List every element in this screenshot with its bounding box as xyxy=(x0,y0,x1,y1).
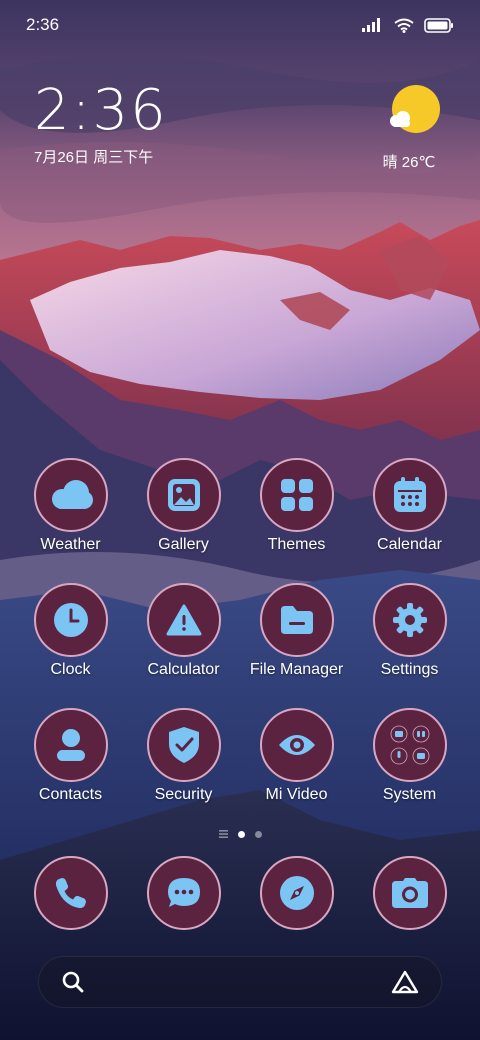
app-icon xyxy=(33,458,108,532)
app-icon xyxy=(33,856,108,930)
grid-icon xyxy=(280,479,313,511)
clock-widget[interactable]: 2:36 7月26日 周三下午 xyxy=(34,80,168,167)
app-file-manager[interactable]: File Manager xyxy=(240,583,353,679)
wifi-icon xyxy=(394,18,414,33)
app-icon xyxy=(146,583,221,657)
app-label: Gallery xyxy=(158,536,209,553)
dock-browser[interactable] xyxy=(240,856,353,934)
app-label: Mi Video xyxy=(265,786,328,803)
sun-cloud-icon xyxy=(390,85,440,133)
dock-camera[interactable] xyxy=(353,856,466,934)
calendar-icon xyxy=(393,477,426,512)
app-settings[interactable]: Settings xyxy=(353,583,466,679)
image-icon xyxy=(167,479,200,511)
chat-icon xyxy=(167,878,200,907)
widget-date: 7月26日 周三下午 xyxy=(34,149,154,166)
phone-icon xyxy=(55,878,86,909)
app-clock[interactable]: Clock xyxy=(14,583,127,679)
app-security[interactable]: Security xyxy=(127,708,240,804)
page-dot[interactable] xyxy=(254,830,262,838)
weather-condition-temp: 晴 26℃ xyxy=(382,154,436,171)
search-icon[interactable] xyxy=(61,970,85,994)
assistant-icon[interactable] xyxy=(391,970,419,994)
page-dot-active[interactable] xyxy=(237,830,245,838)
shield-check-icon xyxy=(168,727,199,763)
app-label: Themes xyxy=(267,536,326,553)
eye-icon xyxy=(278,735,315,755)
folder-icon xyxy=(280,606,313,634)
app-icon xyxy=(33,708,108,782)
person-icon xyxy=(56,729,85,761)
page-indicator[interactable] xyxy=(0,830,480,838)
status-time: 2:36 xyxy=(26,15,60,34)
app-label: Clock xyxy=(50,661,91,678)
weather-widget[interactable]: 晴 26℃ xyxy=(383,84,444,172)
app-label: Settings xyxy=(380,661,439,678)
app-icon xyxy=(259,583,334,657)
camera-icon xyxy=(391,878,428,908)
app-mi-video[interactable]: Mi Video xyxy=(240,708,353,804)
app-label: Calendar xyxy=(377,536,442,553)
app-icon xyxy=(146,458,221,532)
menu-lines-icon xyxy=(218,830,228,838)
app-icon xyxy=(33,583,108,657)
widget-time: 2:36 xyxy=(34,78,168,143)
app-gallery[interactable]: Gallery xyxy=(127,458,240,554)
app-contacts[interactable]: Contacts xyxy=(14,708,127,804)
status-bar: 2:36 xyxy=(0,0,480,50)
app-label: Contacts xyxy=(38,786,103,803)
warning-icon xyxy=(166,604,201,636)
app-calendar[interactable]: Calendar xyxy=(353,458,466,554)
app-icon xyxy=(372,856,447,930)
app-label: Security xyxy=(154,786,213,803)
app-icon xyxy=(259,856,334,930)
signal-icon xyxy=(362,18,380,32)
dock-phone[interactable] xyxy=(14,856,127,934)
app-calculator[interactable]: Calculator xyxy=(127,583,240,679)
app-icon xyxy=(372,708,447,782)
app-icon xyxy=(259,458,334,532)
gear-icon xyxy=(392,603,427,637)
folder-system[interactable]: System xyxy=(353,708,466,804)
compass-icon xyxy=(279,876,314,910)
app-label: File Manager xyxy=(249,661,344,678)
app-label: Weather xyxy=(40,536,101,553)
app-icon xyxy=(146,708,221,782)
app-label: Calculator xyxy=(147,661,220,678)
dock xyxy=(14,856,466,934)
battery-icon xyxy=(424,17,453,33)
app-icon xyxy=(259,708,334,782)
app-themes[interactable]: Themes xyxy=(240,458,353,554)
app-icon xyxy=(372,458,447,532)
clock-icon xyxy=(53,603,88,637)
app-icon xyxy=(372,583,447,657)
app-grid: Weather Gallery Themes Calendar Clock Ca… xyxy=(14,458,466,804)
app-icon xyxy=(146,856,221,930)
app-label: System xyxy=(382,786,437,803)
status-icons xyxy=(362,17,454,33)
app-weather[interactable]: Weather xyxy=(14,458,127,554)
folder-grid-icon xyxy=(390,725,429,765)
dock-messages[interactable] xyxy=(127,856,240,934)
cloud-icon xyxy=(51,480,93,509)
search-bar[interactable] xyxy=(38,956,442,1008)
